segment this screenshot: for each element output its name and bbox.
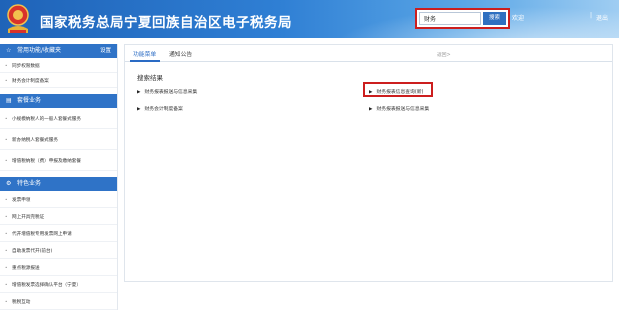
tab-notices[interactable]: 通知公告 <box>169 49 192 58</box>
bullet-icon: • <box>5 248 8 253</box>
bullet-icon: • <box>5 231 8 236</box>
result-label: 财务报表报送与信息采集 <box>376 107 430 112</box>
star-icon: ☆ <box>6 47 12 54</box>
search-button[interactable]: 搜索 <box>483 12 506 25</box>
bullet-icon: • <box>5 78 8 83</box>
tab-bar: 功能菜单 通知公告 返回> <box>125 45 612 62</box>
site-title: 国家税务总局宁夏回族自治区电子税务局 <box>40 15 292 31</box>
logout-link[interactable]: 退出 <box>596 13 608 22</box>
sidebar-item[interactable]: • 增值税纳税（费）申报及缴纳套餐 <box>0 150 117 171</box>
sidebar-item-label: 发票申领 <box>12 198 31 203</box>
sidebar-item-label: 税税互动 <box>12 300 31 305</box>
bullet-icon: • <box>5 214 8 219</box>
header-link[interactable]: 欢迎 <box>512 13 524 22</box>
sidebar-item-label: 重点税源报送 <box>12 266 40 271</box>
app-header: 国家税务总局宁夏回族自治区电子税务局 搜索 欢迎 | 退出 <box>0 0 619 38</box>
triangle-right-icon: ▶ <box>369 107 373 112</box>
tax-emblem-icon <box>7 4 29 33</box>
active-tab-indicator <box>130 60 160 62</box>
bullet-icon: • <box>5 299 8 304</box>
result-link[interactable]: ▶ 财务报表报送与信息采集 <box>369 105 429 112</box>
sidebar-item[interactable]: • 网上开具完税证 <box>0 208 117 225</box>
section-common-header[interactable]: ☆ 常用功能/收藏夹 设置 <box>0 44 117 58</box>
search-input[interactable] <box>419 12 481 25</box>
result-link[interactable]: ▶ 财务会计制度备案 <box>137 105 183 112</box>
bullet-icon: • <box>5 265 8 270</box>
sidebar: ☆ 常用功能/收藏夹 设置 • 同步权限数据 • 财务会计制度备案 ▤ 套餐业务 • 小规… <box>0 44 118 310</box>
bullet-icon: • <box>5 116 8 121</box>
footer-space <box>118 282 619 310</box>
triangle-right-icon: ▶ <box>137 90 141 95</box>
sidebar-item-label: 增值税发票选择确认平台（宁夏） <box>12 283 81 288</box>
results-title: 搜索结果 <box>137 74 163 82</box>
settings-link[interactable]: 设置 <box>100 44 111 58</box>
sidebar-item[interactable]: • 重点税源报送 <box>0 259 117 276</box>
sidebar-item-label: 增值税纳税（费）申报及缴纳套餐 <box>12 159 81 164</box>
sidebar-item[interactable]: • 小规模纳税人的一般人套餐式服务 <box>0 108 117 129</box>
header-separator: | <box>590 12 593 19</box>
sidebar-item[interactable]: • 代开增值税专用发票网上申请 <box>0 225 117 242</box>
section-declare-title: 套餐业务 <box>17 97 42 104</box>
package-icon: ▤ <box>6 97 12 104</box>
bullet-icon: • <box>5 158 8 163</box>
sidebar-item-label: 小规模纳税人的一般人套餐式服务 <box>12 117 81 122</box>
section-special-title: 特色业务 <box>17 180 42 187</box>
sidebar-item[interactable]: • 新办纳税人套餐式服务 <box>0 129 117 150</box>
section-declare-header[interactable]: ▤ 套餐业务 <box>0 94 117 108</box>
sidebar-item-label: 新办纳税人套餐式服务 <box>12 138 58 143</box>
sidebar-item[interactable]: • 自助发票代开(前台) <box>0 242 117 259</box>
gear-icon: ⚙ <box>6 180 12 187</box>
bullet-icon: • <box>5 282 8 287</box>
sidebar-item[interactable]: • 发票申领 <box>0 191 117 208</box>
sidebar-item[interactable]: • 增值税发票选择确认平台（宁夏） <box>0 276 117 293</box>
bullet-icon: • <box>5 137 8 142</box>
section-special-header[interactable]: ⚙ 特色业务 <box>0 177 117 191</box>
bullet-icon: • <box>5 197 8 202</box>
sidebar-item-label: 网上开具完税证 <box>12 215 45 220</box>
section-common-title: 常用功能/收藏夹 <box>17 47 62 54</box>
main-panel: 功能菜单 通知公告 返回> 搜索结果 ▶ 财务报表报送与信息采集 ▶ 财务报表信息查… <box>124 44 613 282</box>
sidebar-item-label: 代开增值税专用发票网上申请 <box>12 232 72 237</box>
sidebar-item[interactable]: • 财务会计制度备案 <box>0 73 117 88</box>
sidebar-item[interactable]: • 同步权限数据 <box>0 58 117 73</box>
sidebar-item-label: 同步权限数据 <box>12 64 40 69</box>
bullet-icon: • <box>5 63 8 68</box>
back-link[interactable]: 返回> <box>437 51 451 58</box>
triangle-right-icon: ▶ <box>137 107 141 112</box>
search-box: 搜索 <box>415 8 510 29</box>
sidebar-item-label: 自助发票代开(前台) <box>12 249 53 254</box>
result-link[interactable]: ▶ 财务报表报送与信息采集 <box>137 88 197 95</box>
highlight-box <box>363 82 433 97</box>
sidebar-item[interactable]: • 税税互动 <box>0 293 117 310</box>
result-label: 财务会计制度备案 <box>144 107 183 112</box>
sidebar-item-label: 财务会计制度备案 <box>12 79 49 84</box>
result-label: 财务报表报送与信息采集 <box>144 90 198 95</box>
tab-function-menu[interactable]: 功能菜单 <box>133 49 156 58</box>
